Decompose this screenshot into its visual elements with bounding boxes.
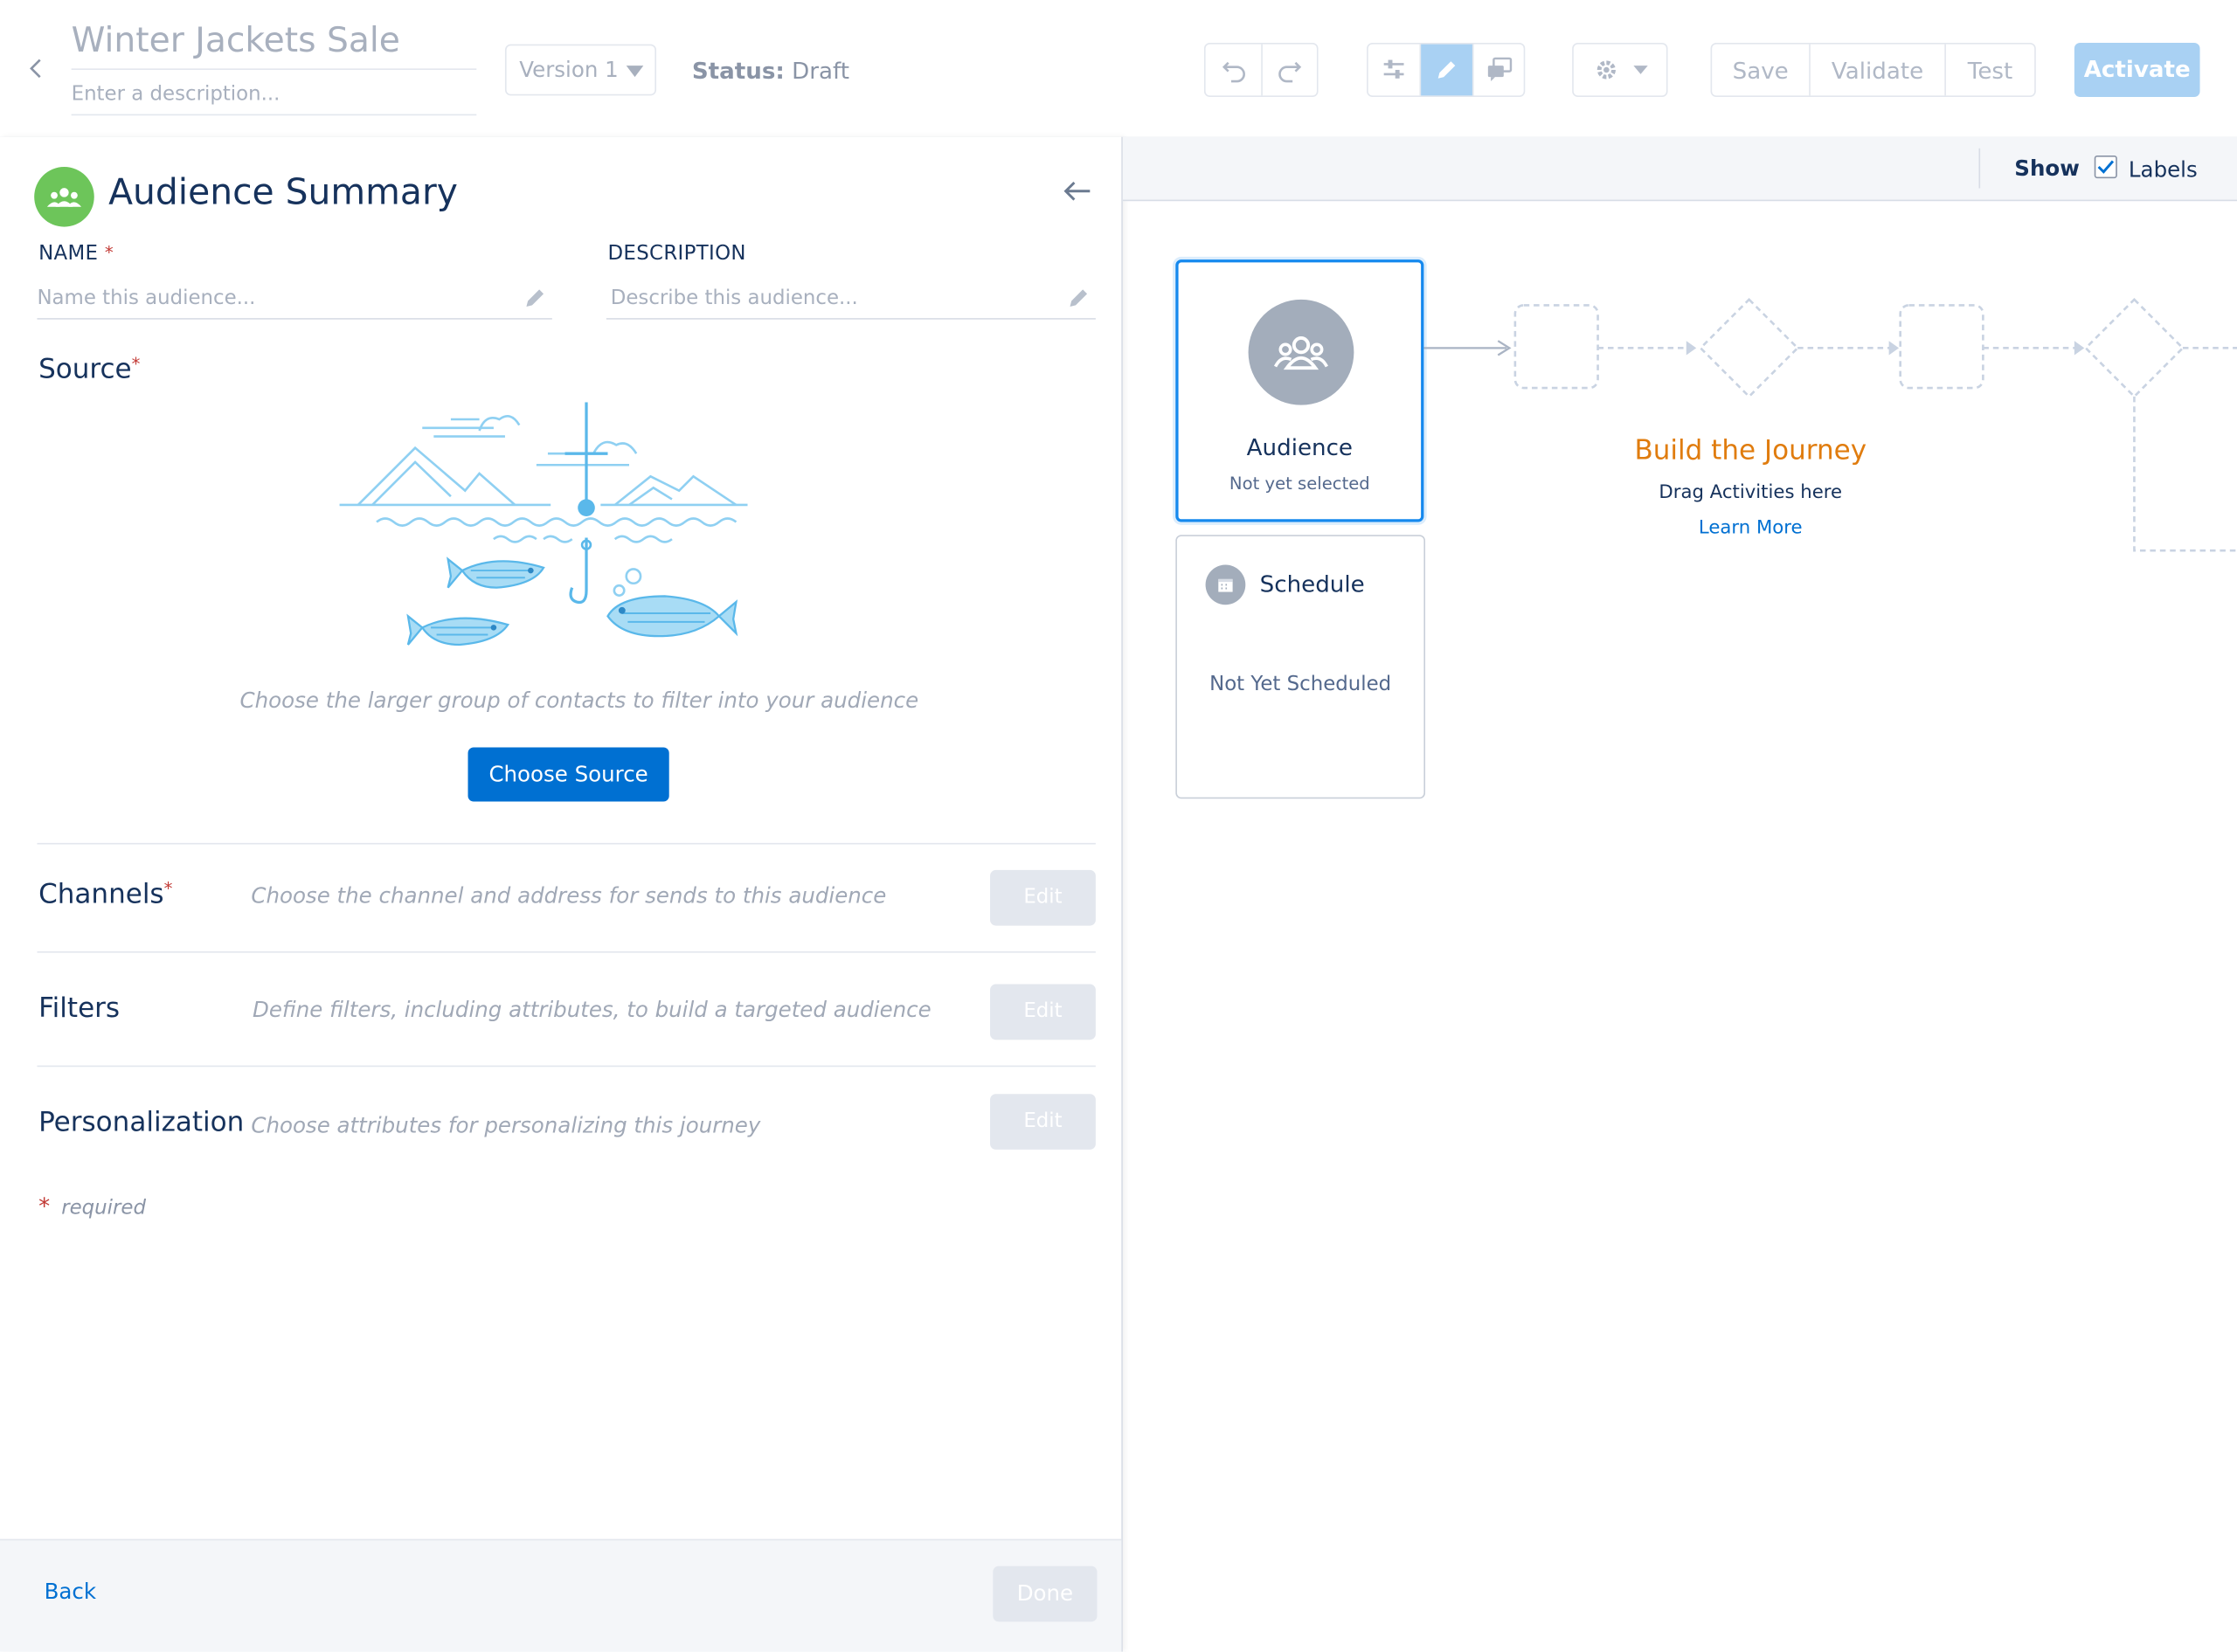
audience-description-placeholder: Describe this audience... xyxy=(610,287,858,310)
comments-icon xyxy=(1487,57,1512,82)
audience-icon xyxy=(1248,299,1354,405)
filters-description: Define filters, including attributes, to… xyxy=(252,997,932,1023)
panel-footer: Back Done xyxy=(0,1538,1122,1652)
audience-description-input[interactable]: Describe this audience... xyxy=(606,280,1096,320)
gear-icon xyxy=(1596,60,1616,79)
redo-button[interactable] xyxy=(1263,45,1317,96)
edit-mode-button[interactable] xyxy=(1421,44,1474,96)
action-button-group: Save Validate Test xyxy=(1710,42,2036,98)
calendar-icon xyxy=(1205,564,1246,605)
learn-more-link[interactable]: Learn More xyxy=(1569,518,1932,539)
show-label: Show xyxy=(2014,155,2080,182)
collapse-arrow-icon[interactable] xyxy=(1062,176,1098,208)
schedule-card-subtitle: Not Yet Scheduled xyxy=(1209,673,1392,696)
back-chevron-icon[interactable] xyxy=(23,54,52,83)
chevron-down-icon xyxy=(626,66,644,78)
pencil-icon xyxy=(1437,61,1456,79)
audience-summary-panel: Audience Summary NAME * Name this audien… xyxy=(0,136,1123,1652)
source-title-text: Source xyxy=(38,353,132,385)
canvas-toolbar: Show Labels xyxy=(1122,136,2237,202)
divider xyxy=(37,950,1096,953)
audience-card-subtitle: Not yet selected xyxy=(1229,473,1370,494)
personalization-description: Choose attributes for personalizing this… xyxy=(251,1112,761,1138)
channels-edit-button[interactable]: Edit xyxy=(990,869,1096,926)
filters-title: Filters xyxy=(38,992,121,1025)
required-asterisk: * xyxy=(163,878,173,899)
description-label: DESCRIPTION xyxy=(607,242,746,266)
pencil-icon xyxy=(1067,286,1090,322)
done-button[interactable]: Done xyxy=(993,1566,1098,1622)
status-value: Draft xyxy=(792,57,850,85)
audience-card-title: Audience xyxy=(1246,433,1354,461)
journey-title-input[interactable]: Winter Jackets Sale xyxy=(71,20,477,70)
settings-sliders-button[interactable] xyxy=(1368,44,1422,96)
panel-title: Audience Summary xyxy=(108,170,458,213)
labels-checkbox-label[interactable]: Labels xyxy=(2129,157,2198,183)
filters-edit-button[interactable]: Edit xyxy=(990,984,1096,1040)
schedule-card-title: Schedule xyxy=(1259,570,1365,598)
test-button[interactable]: Test xyxy=(1946,45,2034,96)
validate-button[interactable]: Validate xyxy=(1811,44,1946,96)
divider xyxy=(37,1065,1096,1068)
channels-title: Channels* xyxy=(38,879,172,910)
checkmark-icon xyxy=(2097,160,2115,174)
top-bar: Winter Jackets Sale Enter a description.… xyxy=(0,0,2237,139)
build-journey-title: Build the Journey xyxy=(1634,434,1867,467)
name-label: NAME * xyxy=(38,243,114,266)
required-note: * required xyxy=(38,1192,146,1220)
version-select-value: Version 1 xyxy=(519,57,619,83)
build-journey-subtitle: Drag Activities here xyxy=(1659,481,1843,504)
source-title: Source* xyxy=(38,354,140,385)
name-label-text: NAME xyxy=(38,242,99,266)
undo-redo-group xyxy=(1203,42,1319,98)
comments-button[interactable] xyxy=(1474,45,1524,96)
choose-source-button[interactable]: Choose Source xyxy=(467,747,669,802)
schedule-card[interactable]: Schedule Not Yet Scheduled xyxy=(1175,535,1426,799)
source-help-text: Choose the larger group of contacts to f… xyxy=(239,687,919,714)
status-indicator: Status: Draft xyxy=(692,57,849,84)
undo-button[interactable] xyxy=(1206,44,1263,96)
audience-name-input[interactable]: Name this audience... xyxy=(37,280,552,322)
required-asterisk: * xyxy=(131,353,141,374)
journey-description-input[interactable]: Enter a description... xyxy=(71,83,477,116)
app-root: Winter Jackets Sale Enter a description.… xyxy=(0,0,2237,1652)
save-button[interactable]: Save xyxy=(1712,44,1811,96)
back-link[interactable]: Back xyxy=(45,1579,96,1604)
fishing-illustration xyxy=(339,402,748,646)
redo-icon xyxy=(1278,61,1302,83)
divider xyxy=(1978,148,1981,189)
status-label: Status: xyxy=(691,57,785,85)
activate-button[interactable]: Activate xyxy=(2074,42,2200,98)
settings-dropdown[interactable] xyxy=(1572,42,1668,98)
mode-button-group xyxy=(1367,42,1526,98)
required-asterisk: * xyxy=(38,1192,51,1220)
version-select[interactable]: Version 1 xyxy=(504,44,657,96)
required-note-text: required xyxy=(61,1196,146,1220)
channels-description: Choose the channel and address for sends… xyxy=(251,882,887,909)
labels-checkbox[interactable] xyxy=(2094,155,2117,179)
channels-title-text: Channels xyxy=(38,878,164,910)
personalization-edit-button[interactable]: Edit xyxy=(990,1094,1096,1150)
audience-entry-card[interactable]: Audience Not yet selected xyxy=(1175,259,1424,522)
pencil-icon xyxy=(523,286,546,322)
undo-icon xyxy=(1222,61,1245,83)
personalization-title: Personalization xyxy=(38,1106,245,1138)
settings-sliders-icon xyxy=(1383,59,1404,79)
chevron-down-icon xyxy=(1632,66,1647,74)
divider xyxy=(37,842,1096,845)
required-asterisk: * xyxy=(104,242,114,263)
settings-dropdown-trigger[interactable] xyxy=(1574,45,1666,96)
audience-name-placeholder: Name this audience... xyxy=(37,287,256,310)
audience-icon xyxy=(34,167,94,227)
